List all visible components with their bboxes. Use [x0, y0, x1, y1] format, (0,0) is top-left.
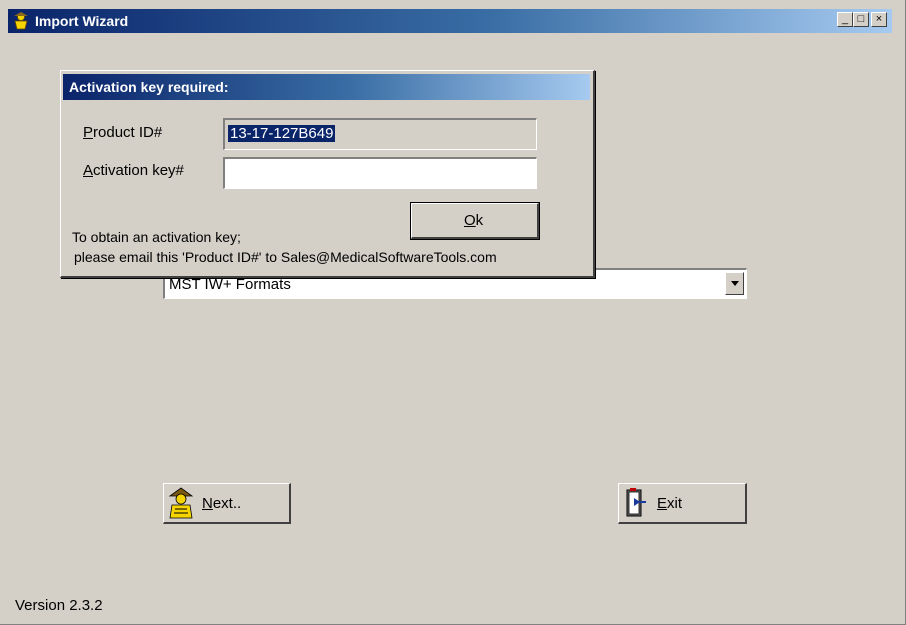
info-line-1: To obtain an activation key;	[72, 229, 241, 245]
maximize-icon: □	[857, 13, 865, 25]
minimize-button[interactable]: _	[837, 12, 853, 27]
exit-button[interactable]: Exit	[618, 483, 747, 524]
door-exit-icon	[626, 488, 646, 517]
info-line-2: please email this 'Product ID#' to Sales…	[74, 249, 497, 265]
wizard-figure-icon	[14, 12, 28, 30]
activation-key-label: Activation key#	[83, 162, 184, 179]
dialog-title-bar[interactable]: Activation key required:	[63, 74, 590, 100]
maximize-button[interactable]: □	[853, 12, 869, 27]
format-select-value: MST IW+ Formats	[169, 276, 291, 293]
ok-button-label: Ok	[464, 212, 484, 229]
close-icon: ×	[875, 13, 883, 25]
window-title: Import Wizard	[35, 13, 129, 29]
exit-button-label: Exit	[657, 495, 683, 512]
activation-key-input[interactable]	[223, 157, 537, 189]
next-button[interactable]: Next..	[163, 483, 291, 524]
product-id-value: 13-17-127B649	[228, 125, 336, 142]
close-button[interactable]: ×	[871, 12, 887, 27]
activation-dialog: Activation key required: Product ID# 13-…	[60, 70, 595, 278]
ok-button[interactable]: Ok	[410, 202, 540, 240]
ok-button-face[interactable]: Ok	[411, 203, 539, 239]
chevron-down-icon[interactable]	[725, 272, 744, 295]
product-id-field[interactable]: 13-17-127B649	[223, 118, 537, 150]
product-id-label: Product ID#	[83, 124, 163, 141]
next-button-label: Next..	[202, 495, 242, 512]
import-wizard-window: Import Wizard _ □ × MST IW+ Formats Next…	[0, 0, 906, 625]
minimize-icon: _	[841, 13, 849, 25]
dialog-title: Activation key required:	[69, 79, 229, 95]
wizard-figure-icon	[168, 487, 194, 519]
title-bar[interactable]: Import Wizard _ □ ×	[8, 9, 892, 33]
version-label: Version 2.3.2	[15, 597, 103, 614]
